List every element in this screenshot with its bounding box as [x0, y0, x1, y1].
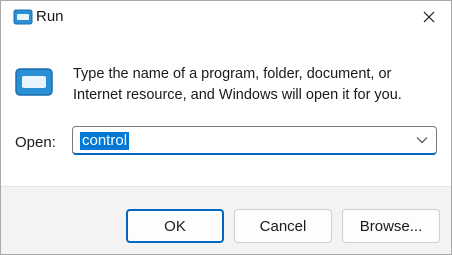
- description-text: Type the name of a program, folder, docu…: [73, 66, 402, 103]
- chevron-down-icon[interactable]: [416, 136, 428, 144]
- open-label: Open:: [15, 134, 56, 151]
- run-app-icon: [15, 68, 53, 96]
- close-icon: [423, 11, 435, 23]
- run-app-icon: [13, 9, 33, 25]
- open-input-value[interactable]: control: [80, 132, 130, 150]
- title-bar[interactable]: Run: [1, 1, 451, 34]
- button-bar: OK Cancel Browse...: [1, 187, 451, 254]
- ok-button[interactable]: OK: [126, 209, 224, 243]
- open-combobox[interactable]: control: [72, 126, 437, 155]
- window-title: Run: [36, 8, 64, 25]
- cancel-button[interactable]: Cancel: [234, 209, 332, 243]
- run-dialog: Run Type the name of a program, folder, …: [0, 0, 452, 255]
- close-button[interactable]: [407, 1, 451, 33]
- dialog-body: Type the name of a program, folder, docu…: [1, 34, 451, 186]
- browse-button[interactable]: Browse...: [342, 209, 440, 243]
